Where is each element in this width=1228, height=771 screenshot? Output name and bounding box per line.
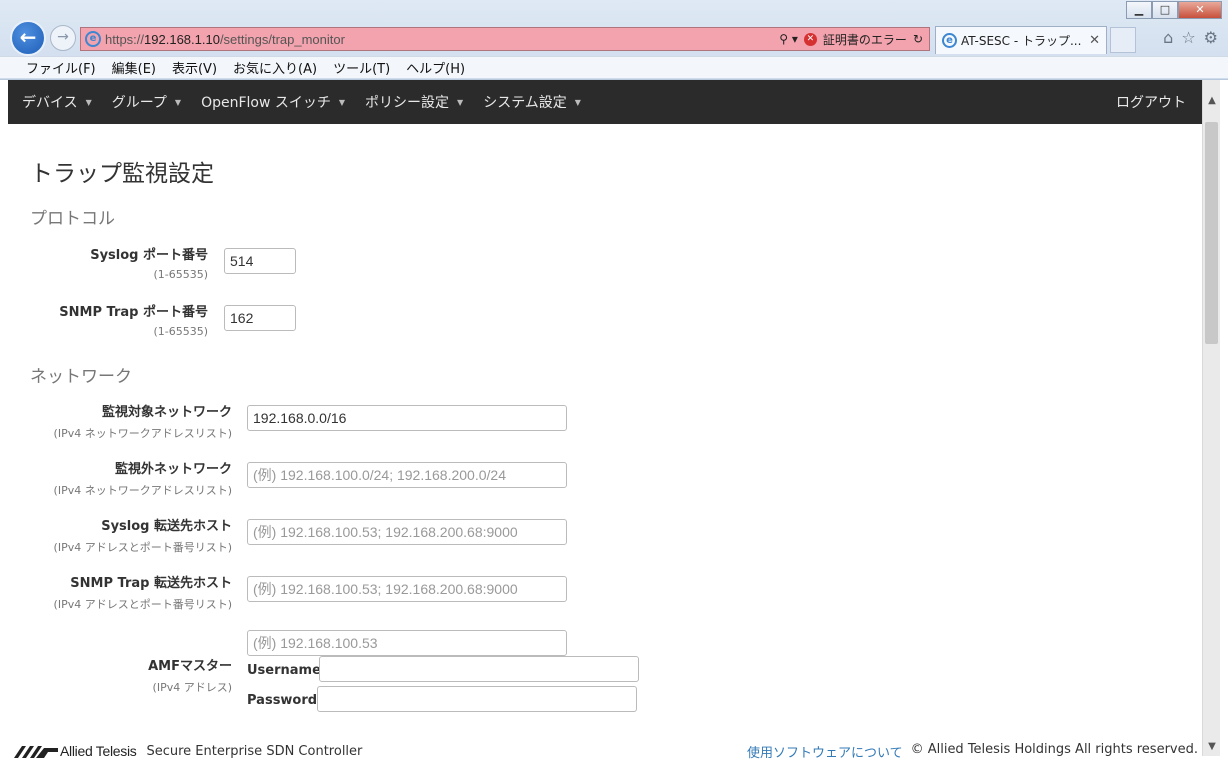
snmp-forward-label: SNMP Trap 転送先ホスト (IPv4 アドレスとポート番号リスト) bbox=[53, 576, 232, 611]
amf-username-label: Username bbox=[247, 663, 321, 678]
menu-help[interactable]: ヘルプ(H) bbox=[406, 58, 465, 77]
app-navbar: デバイス ▼ グループ ▼ OpenFlow スイッチ ▼ ポリシー設定 ▼ システム設… bbox=[8, 80, 1202, 124]
snmp-port-label: SNMP Trap ポート番号 (1-65535) bbox=[59, 305, 208, 338]
scroll-up-icon[interactable]: ▲ bbox=[1203, 92, 1221, 110]
forward-arrow-icon[interactable]: → bbox=[50, 25, 76, 51]
logout-link[interactable]: ログアウト bbox=[1116, 92, 1186, 112]
syslog-forward-label: Syslog 転送先ホスト (IPv4 アドレスとポート番号リスト) bbox=[53, 519, 232, 554]
monitored-network-input[interactable] bbox=[247, 405, 567, 431]
new-tab-button[interactable] bbox=[1110, 27, 1136, 53]
menu-file[interactable]: ファイル(F) bbox=[26, 58, 96, 77]
nav-devices[interactable]: デバイス ▼ bbox=[22, 92, 92, 112]
syslog-forward-input[interactable] bbox=[247, 519, 567, 545]
caret-down-icon: ▼ bbox=[574, 97, 581, 107]
nav-policy-settings[interactable]: ポリシー設定 ▼ bbox=[365, 92, 463, 112]
monitored-network-label: 監視対象ネットワーク (IPv4 ネットワークアドレスリスト) bbox=[53, 405, 232, 440]
ie-icon: e bbox=[85, 31, 101, 47]
nav-openflow-switch[interactable]: OpenFlow スイッチ ▼ bbox=[201, 92, 345, 112]
caret-down-icon: ▼ bbox=[457, 97, 464, 107]
amf-password-input[interactable] bbox=[317, 686, 637, 712]
close-icon[interactable]: ✕ bbox=[1178, 1, 1222, 19]
favorites-star-icon[interactable]: ☆ bbox=[1181, 28, 1195, 47]
search-icon[interactable]: ⚲ ▾ bbox=[779, 32, 798, 46]
menu-favorites[interactable]: お気に入り(A) bbox=[233, 58, 317, 77]
page-footer: Allied Telesis Secure Enterprise SDN Con… bbox=[8, 736, 1202, 766]
menu-edit[interactable]: 編集(E) bbox=[112, 58, 156, 77]
maximize-icon[interactable]: □ bbox=[1152, 1, 1178, 19]
menu-bar: ファイル(F) 編集(E) 表示(V) お気に入り(A) ツール(T) ヘルプ(… bbox=[0, 56, 1228, 78]
snmp-port-input[interactable] bbox=[224, 305, 296, 331]
home-icon[interactable]: ⌂ bbox=[1163, 28, 1173, 47]
snmp-forward-input[interactable] bbox=[247, 576, 567, 602]
tab-close-icon[interactable]: ✕ bbox=[1089, 33, 1100, 48]
menu-tools[interactable]: ツール(T) bbox=[333, 58, 390, 77]
software-info-link[interactable]: 使用ソフトウェアについて bbox=[747, 742, 903, 761]
excluded-network-input[interactable] bbox=[247, 462, 567, 488]
caret-down-icon: ▼ bbox=[85, 97, 92, 107]
section-protocol: プロトコル bbox=[30, 209, 115, 229]
browser-chrome: ▁ □ ✕ ← → e https://192.168.1.10/setting… bbox=[0, 0, 1228, 80]
vertical-scrollbar[interactable]: ▲ ▼ bbox=[1202, 80, 1220, 756]
syslog-port-label: Syslog ポート番号 (1-65535) bbox=[90, 248, 208, 281]
section-network: ネットワーク bbox=[30, 367, 132, 387]
main-content: トラップ監視設定 プロトコル Syslog ポート番号 (1-65535) SN… bbox=[8, 124, 1202, 736]
amf-username-input[interactable] bbox=[319, 656, 639, 682]
nav-groups[interactable]: グループ ▼ bbox=[112, 92, 181, 112]
settings-gear-icon[interactable]: ⚙ bbox=[1204, 28, 1218, 47]
ie-icon: e bbox=[942, 33, 957, 48]
caret-down-icon: ▼ bbox=[174, 97, 182, 107]
nav-system-settings[interactable]: システム設定 ▼ bbox=[483, 92, 581, 112]
excluded-network-label: 監視外ネットワーク (IPv4 ネットワークアドレスリスト) bbox=[53, 462, 232, 497]
back-arrow-icon[interactable]: ← bbox=[10, 20, 46, 56]
allied-telesis-logo-icon bbox=[14, 746, 58, 758]
url-text[interactable]: https://192.168.1.10/settings/trap_monit… bbox=[105, 32, 345, 47]
cert-error-icon: ✕ bbox=[803, 32, 817, 46]
minimize-icon[interactable]: ▁ bbox=[1126, 1, 1152, 19]
cert-error-label[interactable]: 証明書のエラー bbox=[823, 31, 907, 48]
caret-down-icon: ▼ bbox=[338, 97, 346, 107]
window-controls: ▁ □ ✕ bbox=[1126, 1, 1222, 19]
product-name: Secure Enterprise SDN Controller bbox=[146, 743, 363, 759]
syslog-port-input[interactable] bbox=[224, 248, 296, 274]
amf-master-input[interactable] bbox=[247, 630, 567, 656]
address-bar[interactable]: e https://192.168.1.10/settings/trap_mon… bbox=[80, 27, 930, 51]
copyright-text: © Allied Telesis Holdings All rights res… bbox=[910, 741, 1198, 757]
brand-name: Allied Telesis bbox=[60, 743, 137, 759]
amf-password-label: Password bbox=[247, 693, 318, 708]
refresh-icon[interactable]: ↻ bbox=[913, 32, 923, 46]
amf-master-label: AMFマスター (IPv4 アドレス) bbox=[148, 659, 232, 694]
scroll-thumb[interactable] bbox=[1205, 122, 1218, 344]
tab-title: AT-SESC - トラップ... bbox=[961, 34, 1082, 48]
scroll-down-icon[interactable]: ▼ bbox=[1203, 738, 1221, 756]
menu-view[interactable]: 表示(V) bbox=[172, 58, 217, 77]
page-title: トラップ監視設定 bbox=[30, 161, 214, 187]
browser-tab[interactable]: e AT-SESC - トラップ... ✕ bbox=[935, 26, 1107, 54]
